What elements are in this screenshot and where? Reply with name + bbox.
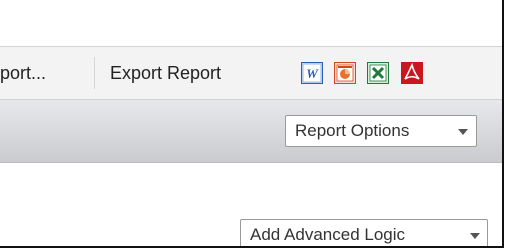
logic-area: Add Advanced Logic [0, 163, 502, 246]
chevron-down-icon [470, 233, 480, 239]
report-options-dropdown[interactable]: Report Options [285, 115, 477, 147]
word-icon[interactable]: W [301, 62, 323, 84]
report-options-label: Report Options [295, 121, 410, 140]
report-panel: port... Export Report W Report Options A… [0, 0, 504, 248]
options-band: Report Options [0, 100, 502, 163]
toolbar-divider [94, 57, 95, 89]
truncated-report-action[interactable]: port... [0, 47, 46, 99]
add-advanced-logic-dropdown[interactable]: Add Advanced Logic [240, 219, 488, 246]
svg-text:W: W [306, 66, 319, 81]
add-advanced-logic-label: Add Advanced Logic [250, 225, 406, 244]
pdf-icon[interactable] [401, 62, 423, 84]
powerpoint-icon[interactable] [334, 62, 356, 84]
top-strip [0, 0, 502, 47]
chevron-down-icon [458, 129, 468, 135]
export-report-label: Export Report [110, 63, 222, 83]
excel-icon[interactable] [367, 62, 389, 84]
export-toolbar: port... Export Report W [0, 47, 502, 100]
